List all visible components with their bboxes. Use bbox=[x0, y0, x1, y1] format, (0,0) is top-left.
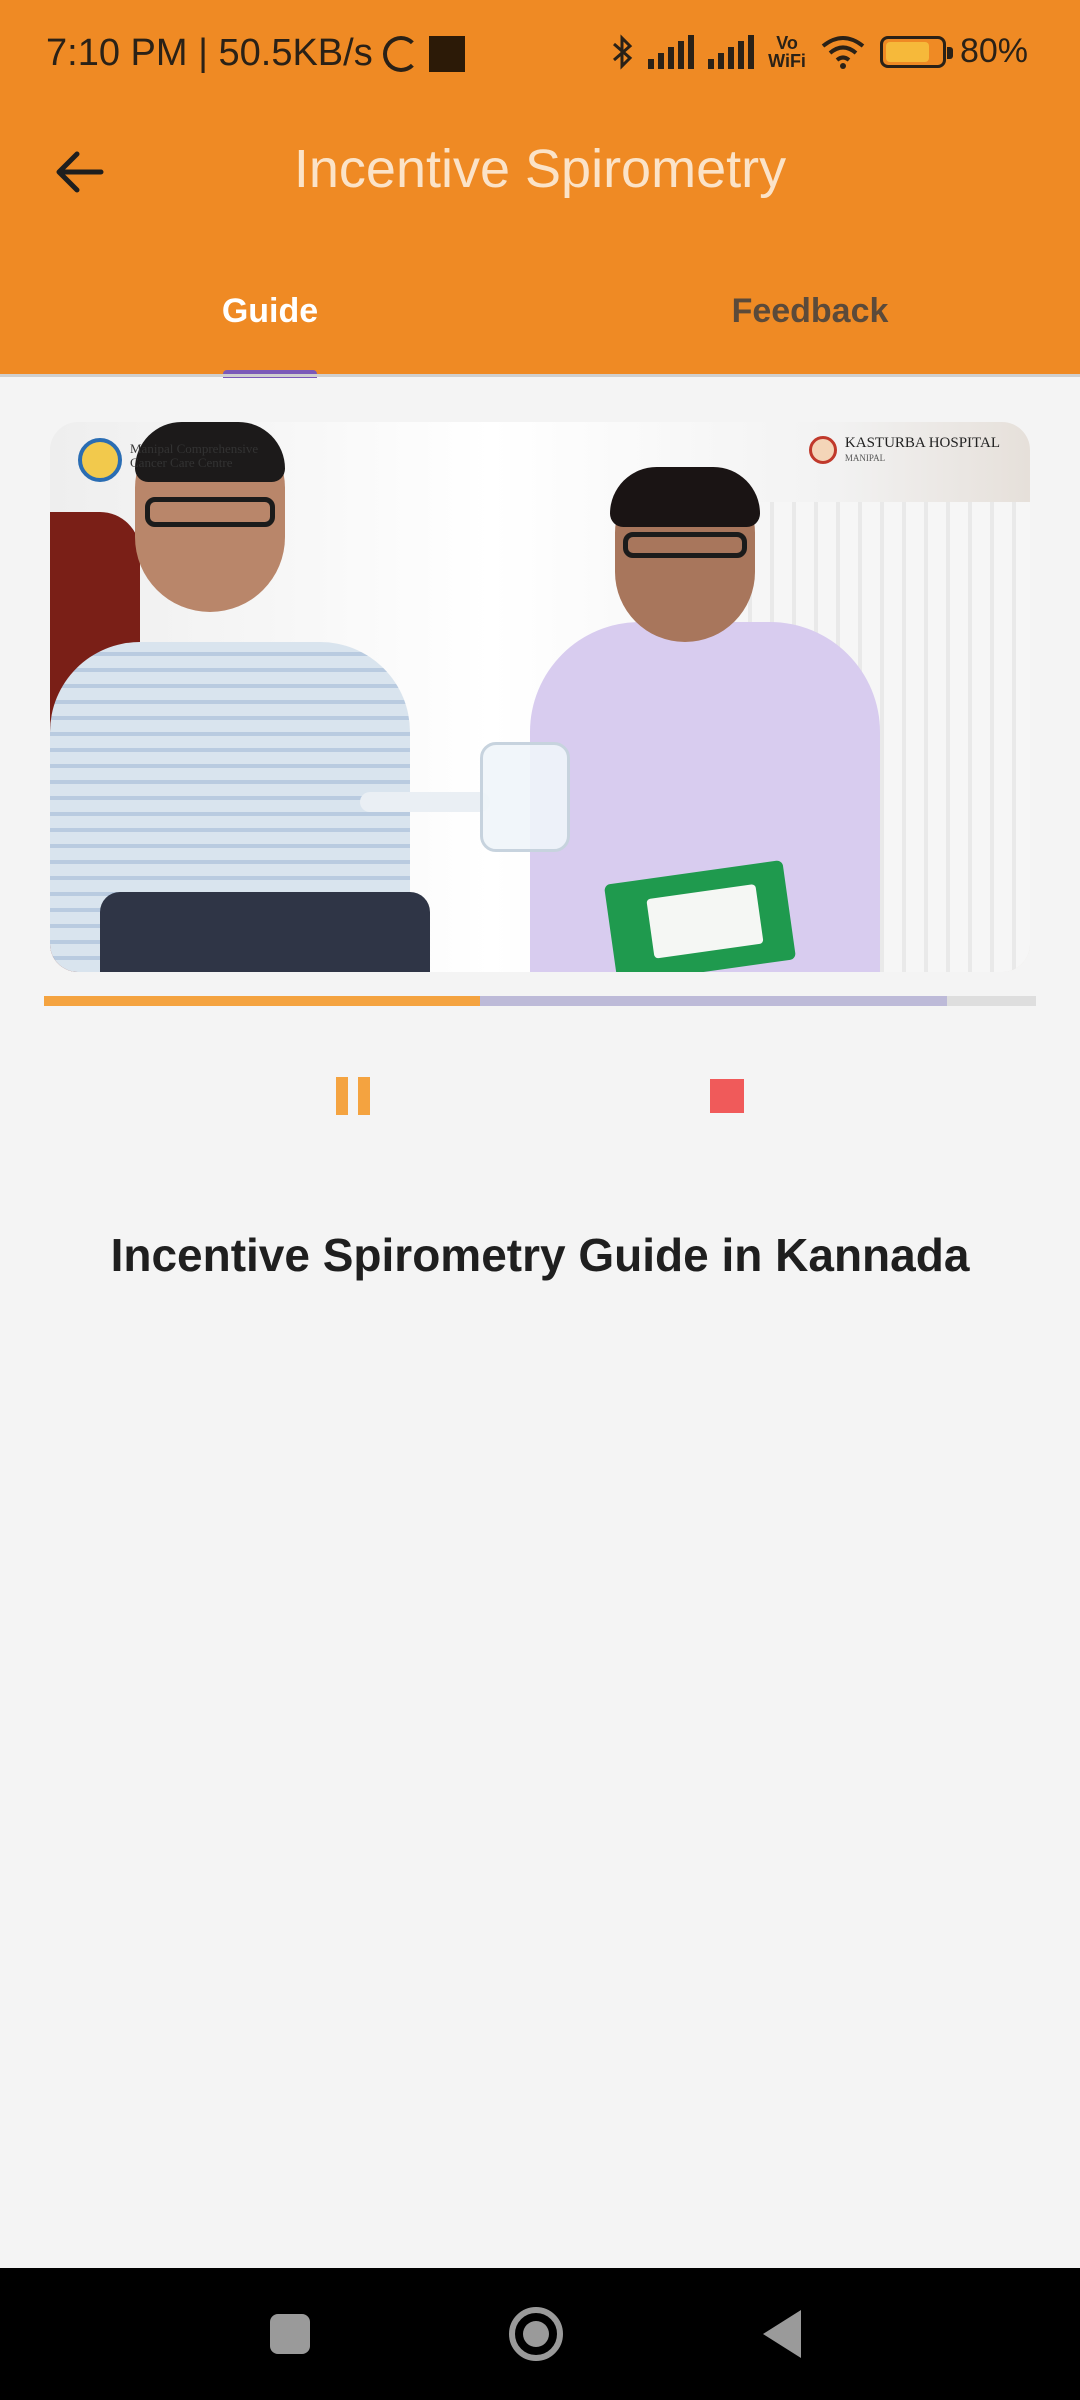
spirometer-tube bbox=[360, 792, 490, 812]
pause-button[interactable] bbox=[323, 1066, 383, 1126]
vowifi-icon: Vo WiFi bbox=[768, 34, 806, 70]
divider bbox=[0, 374, 1080, 377]
notification-icon bbox=[428, 35, 465, 72]
signal-icon-1 bbox=[648, 34, 695, 69]
status-bar: 7:10 PM | 50.5KB/s Vo WiFi 80% bbox=[0, 0, 1080, 112]
video-person-right-hair bbox=[610, 467, 760, 527]
pause-icon bbox=[336, 1077, 348, 1115]
pause-icon-bar bbox=[358, 1077, 370, 1115]
stop-icon bbox=[710, 1079, 744, 1113]
logo-left-text: Manipal Comprehensive Cancer Care Centre bbox=[130, 441, 259, 470]
hospital-logo-left bbox=[78, 438, 122, 482]
logo-right-sub: MANIPAL bbox=[844, 453, 886, 463]
home-button[interactable] bbox=[496, 2298, 576, 2370]
tab-feedback[interactable]: Feedback bbox=[540, 270, 1080, 376]
system-back-button[interactable] bbox=[742, 2298, 822, 2370]
video-progress-bar[interactable] bbox=[44, 996, 1036, 1006]
bluetooth-icon bbox=[613, 33, 633, 70]
hospital-logo-right: KASTURBA HOSPITAL MANIPAL bbox=[808, 435, 1000, 466]
stop-button[interactable] bbox=[697, 1066, 757, 1126]
video-title: Incentive Spirometry Guide in Kannada bbox=[110, 1229, 970, 1281]
wifi-icon bbox=[821, 35, 865, 69]
page-title: Incentive Spirometry bbox=[293, 139, 787, 199]
logo-right-title: KASTURBA HOSPITAL bbox=[844, 435, 1000, 451]
video-person-right-glasses bbox=[623, 532, 747, 558]
toolbar: Incentive Spirometry bbox=[0, 112, 1080, 232]
status-right: Vo WiFi 80% bbox=[610, 32, 1028, 71]
video-person-left-glasses bbox=[145, 497, 275, 527]
signal-icon-2 bbox=[708, 34, 755, 69]
battery-icon bbox=[879, 35, 953, 68]
progress-played bbox=[44, 996, 481, 1006]
tab-guide[interactable]: Guide bbox=[0, 270, 540, 376]
back-triangle-icon bbox=[763, 2310, 801, 2358]
video-person-left-legs bbox=[100, 892, 430, 972]
vowifi-top: Vo bbox=[776, 32, 798, 53]
recent-apps-icon bbox=[270, 2314, 310, 2354]
spirometer-device bbox=[480, 742, 570, 852]
vowifi-bottom: WiFi bbox=[768, 50, 806, 71]
system-nav-bar bbox=[0, 2268, 1080, 2400]
tab-bar: Guide Feedback bbox=[0, 270, 1080, 376]
recent-apps-button[interactable] bbox=[250, 2298, 330, 2370]
app-bar: 7:10 PM | 50.5KB/s Vo WiFi 80% Incentive… bbox=[0, 0, 1080, 378]
status-time-speed: 7:10 PM | 50.5KB/s bbox=[46, 32, 373, 74]
status-left: 7:10 PM | 50.5KB/s bbox=[46, 32, 465, 75]
video-player[interactable]: Manipal Comprehensive Cancer Care Centre… bbox=[50, 422, 1030, 972]
loading-icon bbox=[382, 35, 419, 72]
battery-percent: 80% bbox=[959, 32, 1028, 70]
home-icon bbox=[509, 2307, 563, 2361]
hospital-seal-icon bbox=[808, 436, 837, 464]
